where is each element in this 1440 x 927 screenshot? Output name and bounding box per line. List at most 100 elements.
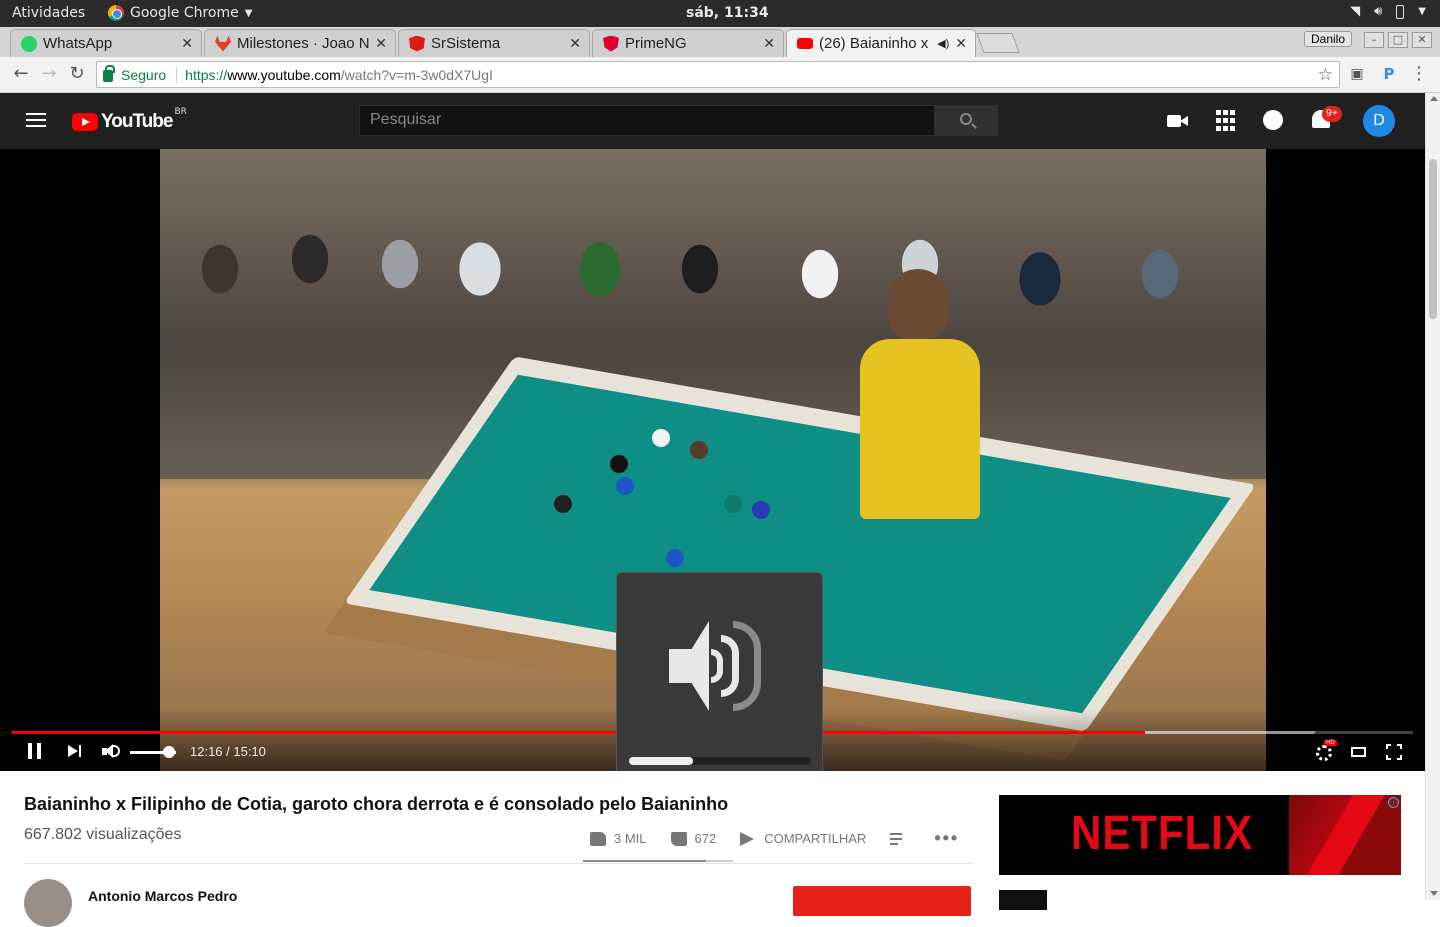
notification-badge: 9+ [1322, 106, 1342, 122]
cue-ball [652, 429, 670, 447]
primeng-icon [603, 35, 619, 52]
clock[interactable]: sáb, 11:34 [686, 5, 769, 21]
mute-button[interactable] [102, 743, 126, 763]
close-icon[interactable]: ✕ [955, 35, 967, 52]
url-scheme: https:// [185, 66, 228, 83]
tab-whatsapp[interactable]: WhatsApp ✕ [10, 29, 202, 57]
channel-name[interactable]: Antonio Marcos Pedro [88, 888, 237, 904]
search-icon [960, 113, 972, 125]
watch-info: Baianinho x Filipinho de Cotia, garoto c… [0, 771, 1425, 927]
theater-mode-icon[interactable] [1351, 747, 1366, 757]
account-avatar[interactable]: D [1363, 105, 1395, 137]
url-host: www.youtube.com [227, 66, 341, 83]
youtube-logo[interactable]: YouTube BR [72, 107, 187, 133]
hd-badge: HD [1324, 740, 1337, 746]
close-icon[interactable]: ✕ [181, 35, 193, 52]
app-menu[interactable]: Google Chrome ▼ [108, 5, 252, 21]
tab-primeng[interactable]: PrimeNG ✕ [592, 29, 784, 57]
tab-title: SrSistema [431, 35, 501, 52]
address-bar[interactable]: Seguro https:// www.youtube.com /watch?v… [96, 61, 1340, 88]
new-tab-button[interactable] [976, 33, 1020, 53]
speaker-icon[interactable]: ◀︎) [937, 37, 949, 50]
wifi-icon: ◥ [1350, 4, 1361, 19]
youtube-masthead: YouTube BR Pesquisar D [0, 93, 1425, 149]
netflix-ad-banner[interactable]: NETFLIX [999, 795, 1401, 875]
played-bar [12, 731, 1146, 734]
volume-osd [616, 572, 823, 777]
back-arrow-icon[interactable]: ← [10, 63, 32, 85]
messages-icon[interactable] [1263, 110, 1283, 130]
channel-avatar[interactable] [24, 879, 72, 927]
next-button[interactable] [68, 743, 92, 763]
tab-milestones[interactable]: Milestones · Joao N ✕ [204, 29, 396, 57]
dislike-count: 672 [694, 831, 717, 846]
chevron-down-icon: ▼ [1418, 6, 1426, 17]
chevron-down-icon: ▼ [244, 7, 253, 19]
scroll-up-icon[interactable] [1430, 96, 1438, 101]
add-to-playlist-icon[interactable] [890, 832, 906, 845]
tab-strip: WhatsApp ✕ Milestones · Joao N ✕ SrSiste… [0, 27, 1440, 57]
battery-icon [1396, 4, 1405, 19]
fullscreen-icon[interactable] [1386, 744, 1402, 760]
pool-ball [616, 477, 634, 495]
volume-knob[interactable] [163, 746, 176, 758]
gitlab-icon [215, 35, 231, 52]
tab-title: WhatsApp [43, 35, 113, 52]
like-button[interactable]: 3 MIL [590, 831, 647, 846]
thumbs-up-icon [590, 831, 606, 846]
scroll-down-icon[interactable] [1430, 891, 1438, 896]
recommended-thumbnail[interactable] [999, 890, 1047, 910]
close-icon[interactable]: ✕ [569, 35, 581, 52]
volume-icon: 🔊︎ [1374, 4, 1383, 19]
reload-icon[interactable]: ↻ [66, 63, 88, 85]
extension-icon[interactable]: ▣ [1346, 63, 1368, 85]
subscribe-button[interactable] [793, 886, 971, 916]
osd-volume-level [629, 757, 693, 765]
tab-srsistema[interactable]: SrSistema ✕ [398, 29, 590, 57]
page-scrollbar[interactable] [1425, 93, 1440, 900]
system-top-bar: Atividades Google Chrome ▼ sáb, 11:34 ◥ … [0, 0, 1440, 27]
tab-title: Milestones · Joao N [237, 35, 370, 52]
pool-ball [666, 549, 684, 567]
close-icon[interactable]: ✕ [763, 35, 775, 52]
search-input[interactable]: Pesquisar [359, 105, 935, 136]
angular-icon [409, 35, 425, 52]
pool-ball [610, 455, 628, 473]
profile-name[interactable]: Danilo [1304, 31, 1353, 47]
video-actions: 3 MIL 672 COMPARTILHAR ••• [590, 828, 959, 849]
activities-button[interactable]: Atividades [12, 5, 85, 21]
maximize-icon[interactable]: □ [1388, 32, 1408, 48]
upload-video-icon[interactable] [1167, 110, 1189, 132]
youtube-play-icon [72, 113, 98, 131]
close-icon[interactable]: ✕ [375, 35, 387, 52]
tab-title: PrimeNG [625, 35, 687, 52]
ad-info-icon[interactable]: ⓘ [1388, 797, 1399, 808]
youtube-icon [797, 38, 813, 49]
more-actions-icon[interactable]: ••• [934, 828, 959, 849]
netflix-wordmark: NETFLIX [1071, 805, 1253, 860]
apps-grid-icon[interactable] [1216, 110, 1238, 132]
close-window-icon[interactable]: ✕ [1412, 32, 1432, 48]
app-menu-label: Google Chrome [130, 5, 239, 21]
tab-title: (26) Baianinho x [819, 35, 929, 52]
system-tray[interactable]: ◥ 🔊︎ ▼ [1350, 4, 1426, 19]
chrome-icon [108, 5, 124, 21]
search-button[interactable] [934, 105, 998, 136]
dislike-button[interactable]: 672 [670, 831, 717, 846]
sentiment-like-fill [583, 860, 706, 862]
extension-p-icon[interactable]: P [1378, 63, 1400, 85]
view-count: 667.802 visualizações [24, 826, 182, 843]
scrollbar-thumb[interactable] [1429, 159, 1437, 319]
tab-youtube[interactable]: (26) Baianinho x ◀︎) ✕ [786, 29, 976, 57]
pause-button[interactable] [28, 743, 52, 763]
bookmark-star-icon[interactable]: ☆ [1318, 65, 1333, 85]
pool-ball [690, 441, 708, 459]
settings-gear-icon[interactable] [1316, 745, 1332, 761]
hamburger-menu-icon[interactable] [26, 113, 46, 131]
netflix-n-graphic [1289, 795, 1401, 875]
forward-arrow-icon[interactable]: → [38, 63, 60, 85]
like-count: 3 MIL [614, 831, 647, 846]
share-button[interactable]: COMPARTILHAR [740, 831, 866, 846]
menu-kebab-icon[interactable]: ⋮ [1408, 63, 1430, 85]
minimize-icon[interactable]: – [1364, 32, 1384, 48]
